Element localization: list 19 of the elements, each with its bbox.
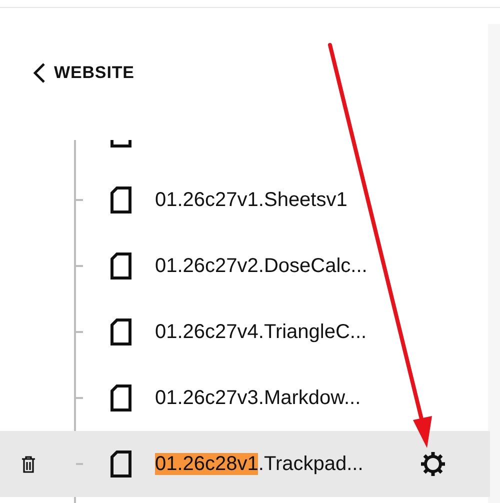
settings-icon[interactable] xyxy=(420,451,446,477)
trash-icon[interactable] xyxy=(21,456,36,472)
file-name: 01.26c27v3.Markdow... xyxy=(155,386,361,411)
chevron-left-icon xyxy=(32,62,46,84)
file-row[interactable]: 01.26c28v1.Trackpad... xyxy=(0,431,490,497)
file-icon xyxy=(110,318,132,346)
file-row[interactable]: 01.26c27v3.Markdow... xyxy=(0,365,490,431)
file-name: 01.26c27v1.Sheetsv1 xyxy=(155,188,348,213)
back-link[interactable]: WEBSITE xyxy=(32,60,134,86)
file-icon xyxy=(110,186,132,214)
file-row[interactable]: 01.26c27v4.TriangleC... xyxy=(0,299,490,365)
file-name: 01.26c28v1.Trackpad... xyxy=(155,452,364,477)
file-icon xyxy=(110,384,132,412)
file-name: 01.26c27v2.DoseCalc... xyxy=(155,254,368,279)
file-icon xyxy=(110,450,132,478)
file-row[interactable]: 01.26c27v1.Sheetsv1 xyxy=(0,167,490,233)
file-row[interactable]: 01.26c27v2.DoseCalc... xyxy=(0,233,490,299)
file-icon xyxy=(110,252,132,280)
file-name: 01.26c27v4.TriangleC... xyxy=(155,320,367,345)
